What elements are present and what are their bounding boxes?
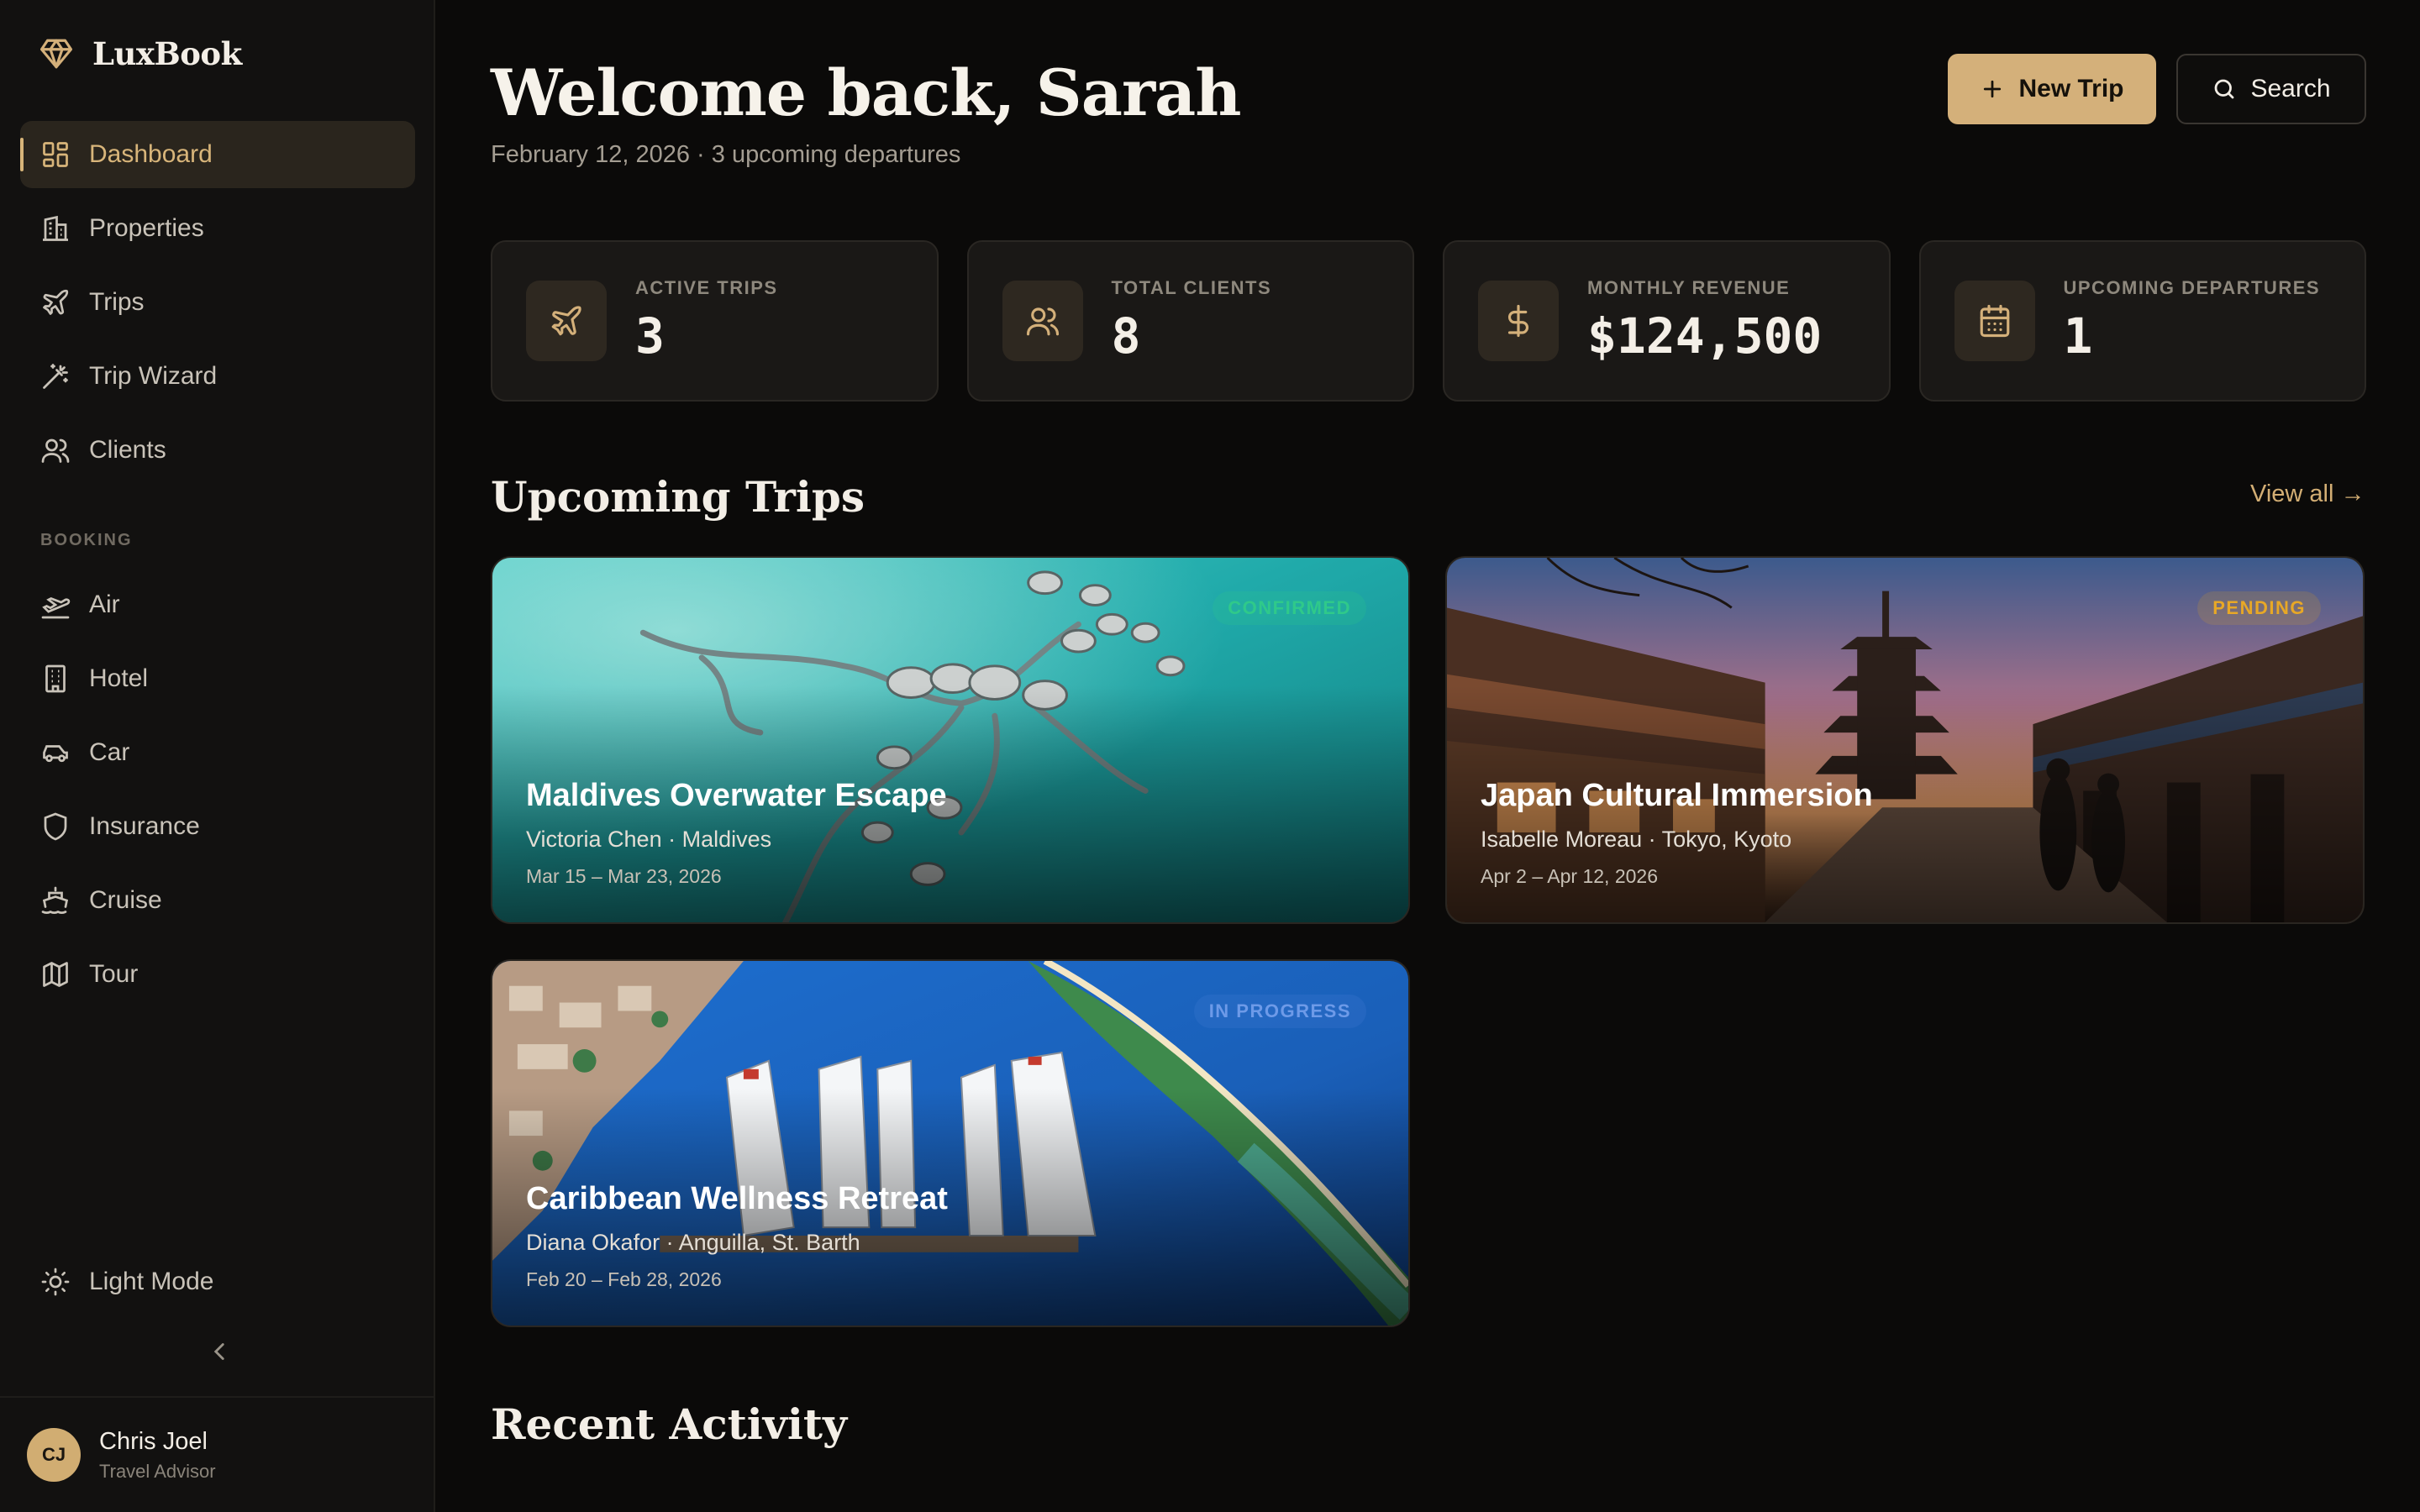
stat-card-monthly-revenue: MONTHLY REVENUE $124,500 bbox=[1443, 240, 1891, 402]
sidebar-item-tour[interactable]: Tour bbox=[20, 941, 415, 1008]
stat-label: ACTIVE TRIPS bbox=[635, 277, 778, 298]
page-subtitle: February 12, 2026 · 3 upcoming departure… bbox=[491, 141, 961, 168]
sidebar-item-label: Hotel bbox=[89, 664, 149, 692]
sidebar-item-label: Trip Wizard bbox=[89, 362, 218, 390]
sun-icon bbox=[41, 1268, 70, 1296]
recent-activity-heading: Recent Activity bbox=[491, 1399, 847, 1449]
chevron-left-icon bbox=[213, 1343, 224, 1360]
search-button[interactable]: Search bbox=[2176, 54, 2366, 124]
calendar-icon bbox=[1980, 304, 2009, 338]
stat-value: $124,500 bbox=[1587, 307, 1823, 365]
new-trip-label: New Trip bbox=[2018, 75, 2124, 102]
user-role: Travel Advisor bbox=[99, 1460, 216, 1482]
brand[interactable]: LuxBook bbox=[39, 34, 242, 74]
users-icon bbox=[1026, 307, 1059, 336]
sidebar-item-label: Properties bbox=[89, 214, 204, 242]
sidebar-item-hotel[interactable]: Hotel bbox=[20, 645, 415, 712]
trip-title: Caribbean Wellness Retreat bbox=[526, 1181, 948, 1216]
trip-dates: Feb 20 – Feb 28, 2026 bbox=[526, 1268, 722, 1290]
sidebar-item-air[interactable]: Air bbox=[20, 571, 415, 638]
stat-label: MONTHLY REVENUE bbox=[1587, 277, 1791, 298]
sidebar-item-trips[interactable]: Trips bbox=[20, 269, 415, 336]
sidebar-item-label: Tour bbox=[89, 960, 139, 988]
trip-card-caribbean[interactable]: IN PROGRESS Caribbean Wellness Retreat D… bbox=[491, 959, 1410, 1327]
car-icon bbox=[43, 745, 68, 763]
trip-card-maldives[interactable]: CONFIRMED Maldives Overwater Escape Vict… bbox=[491, 556, 1410, 924]
sidebar-item-trip-wizard[interactable]: Trip Wizard bbox=[20, 343, 415, 410]
search-label: Search bbox=[2250, 75, 2331, 102]
ship-icon bbox=[41, 886, 69, 914]
search-icon bbox=[2215, 79, 2234, 99]
stat-icon-wrap bbox=[526, 281, 607, 361]
stat-card-upcoming-departures: UPCOMING DEPARTURES 1 bbox=[1918, 240, 2366, 402]
wand-icon bbox=[43, 364, 68, 389]
dashboard-icon bbox=[43, 142, 68, 167]
users-icon bbox=[41, 438, 70, 463]
sidebar-item-insurance[interactable]: Insurance bbox=[20, 793, 415, 860]
map-icon bbox=[43, 962, 68, 987]
building-icon bbox=[43, 215, 68, 241]
new-trip-button[interactable]: New Trip bbox=[1948, 54, 2156, 124]
trip-dates: Apr 2 – Apr 12, 2026 bbox=[1481, 865, 1658, 887]
stat-label: TOTAL CLIENTS bbox=[1111, 277, 1272, 298]
stat-card-total-clients: TOTAL CLIENTS 8 bbox=[966, 240, 1414, 402]
upcoming-trips-heading: Upcoming Trips bbox=[491, 472, 865, 522]
sidebar-item-label: Insurance bbox=[89, 812, 200, 840]
trip-subtitle: Isabelle Moreau · Tokyo, Kyoto bbox=[1481, 827, 1792, 852]
user-name: Chris Joel bbox=[99, 1427, 208, 1455]
sidebar-item-label: Clients bbox=[89, 436, 166, 464]
hotel-icon bbox=[45, 664, 66, 693]
stats-row: ACTIVE TRIPS 3 TOTAL CLIENTS 8 MONTHLY R… bbox=[491, 240, 2366, 402]
collapse-sidebar-button[interactable] bbox=[205, 1337, 234, 1366]
plane-icon bbox=[43, 289, 69, 315]
sidebar-item-cruise[interactable]: Cruise bbox=[20, 867, 415, 934]
stat-icon-wrap bbox=[1002, 281, 1083, 361]
status-badge: PENDING bbox=[2197, 591, 2321, 625]
trip-title: Japan Cultural Immersion bbox=[1481, 778, 1873, 813]
stat-icon-wrap bbox=[1478, 281, 1559, 361]
sidebar-item-properties[interactable]: Properties bbox=[20, 195, 415, 262]
page-title: Welcome back, Sarah bbox=[491, 55, 1241, 130]
trip-subtitle: Victoria Chen · Maldives bbox=[526, 827, 772, 852]
sidebar-item-label: Dashboard bbox=[89, 140, 213, 168]
stat-value: 1 bbox=[2063, 307, 2093, 365]
sidebar-item-clients[interactable]: Clients bbox=[20, 417, 415, 484]
stat-value: 8 bbox=[1111, 307, 1141, 365]
stat-icon-wrap bbox=[1954, 281, 2035, 361]
sidebar-item-label: Air bbox=[89, 591, 120, 618]
avatar: CJ bbox=[27, 1428, 81, 1482]
user-profile[interactable]: CJ Chris Joel Travel Advisor bbox=[0, 1396, 434, 1512]
light-mode-label: Light Mode bbox=[89, 1268, 214, 1295]
plane-takeoff-icon bbox=[41, 597, 71, 619]
trip-dates: Mar 15 – Mar 23, 2026 bbox=[526, 865, 722, 887]
sidebar-item-label: Cruise bbox=[89, 886, 162, 914]
plane-icon bbox=[551, 306, 581, 336]
booking-nav: Air Hotel Car Insurance Cruise Tour bbox=[20, 571, 415, 1015]
brand-name: LuxBook bbox=[92, 35, 242, 72]
status-badge: IN PROGRESS bbox=[1193, 995, 1366, 1028]
section-label-booking: BOOKING bbox=[40, 531, 133, 549]
primary-nav: Dashboard Properties Trips Trip Wizard C… bbox=[20, 121, 415, 491]
diamond-icon bbox=[39, 39, 73, 69]
trip-title: Maldives Overwater Escape bbox=[526, 778, 947, 813]
stat-label: UPCOMING DEPARTURES bbox=[2063, 277, 2321, 298]
trip-subtitle: Diana Okafor · Anguilla, St. Barth bbox=[526, 1230, 860, 1255]
dollar-icon bbox=[1507, 304, 1529, 338]
sidebar: LuxBook Dashboard Properties Trips Trip … bbox=[0, 0, 435, 1512]
stat-card-active-trips: ACTIVE TRIPS 3 bbox=[491, 240, 939, 402]
shield-icon bbox=[44, 812, 67, 841]
plus-icon bbox=[1984, 80, 2002, 98]
sidebar-item-car[interactable]: Car bbox=[20, 719, 415, 786]
sidebar-item-label: Car bbox=[89, 738, 130, 766]
stat-value: 3 bbox=[635, 307, 665, 365]
status-badge: CONFIRMED bbox=[1213, 591, 1366, 625]
footer-nav: Light Mode bbox=[20, 1248, 415, 1322]
trip-card-japan[interactable]: PENDING Japan Cultural Immersion Isabell… bbox=[1445, 556, 2365, 924]
sidebar-item-dashboard[interactable]: Dashboard bbox=[20, 121, 415, 188]
view-all-link[interactable]: View all → bbox=[2250, 480, 2365, 508]
sidebar-item-label: Trips bbox=[89, 288, 145, 316]
light-mode-toggle[interactable]: Light Mode bbox=[20, 1248, 415, 1315]
